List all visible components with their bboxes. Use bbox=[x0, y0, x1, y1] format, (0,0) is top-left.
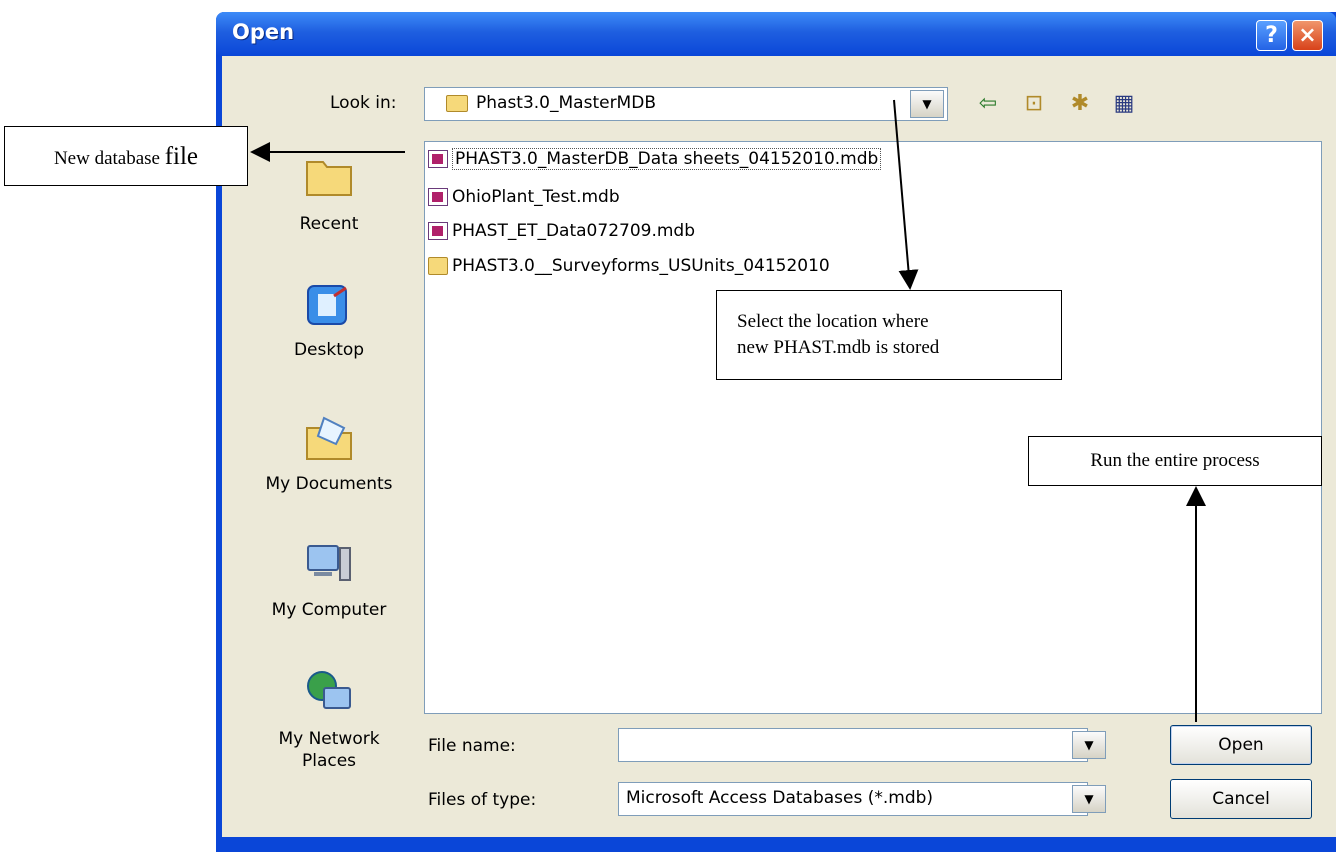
look-in-arrow-button[interactable]: ▼ bbox=[910, 90, 944, 118]
callout-line: new PHAST.mdb is stored bbox=[737, 337, 940, 358]
close-button[interactable]: × bbox=[1292, 20, 1323, 51]
folder-name: PHAST3.0__Surveyforms_USUnits_04152010 bbox=[452, 256, 830, 276]
file-name-arrow-button[interactable]: ▼ bbox=[1072, 731, 1106, 759]
place-label: My Computer bbox=[271, 600, 387, 620]
new-folder-icon[interactable]: ✱ bbox=[1064, 90, 1096, 118]
file-name: PHAST3.0_MasterDB_Data sheets_04152010.m… bbox=[452, 148, 882, 170]
file-item[interactable]: PHAST_ET_Data072709.mdb bbox=[428, 221, 695, 243]
file-item[interactable]: OhioPlant_Test.mdb bbox=[428, 187, 620, 209]
callout-text: Run the entire process bbox=[1090, 450, 1260, 471]
file-type-label: Files of type: bbox=[428, 790, 537, 810]
callout-text: New database bbox=[53, 148, 165, 169]
callout-text-large: file bbox=[164, 143, 199, 170]
desktop-icon bbox=[297, 280, 361, 336]
access-db-icon bbox=[428, 188, 448, 206]
window-title: Open bbox=[232, 20, 295, 44]
file-type-arrow-button[interactable]: ▼ bbox=[1072, 785, 1106, 813]
file-name: PHAST_ET_Data072709.mdb bbox=[452, 221, 695, 241]
look-in-value: Phast3.0_MasterMDB bbox=[476, 93, 656, 113]
place-desktop[interactable]: Desktop bbox=[246, 280, 412, 360]
place-my-documents[interactable]: My Documents bbox=[246, 414, 412, 494]
callout-select-location: Select the location where new PHAST.mdb i… bbox=[716, 290, 1062, 380]
views-menu-icon[interactable]: ▦ bbox=[1108, 90, 1140, 118]
open-button[interactable]: Open bbox=[1170, 725, 1312, 765]
file-name-input[interactable] bbox=[618, 728, 1088, 762]
access-db-icon bbox=[428, 222, 448, 240]
place-recent[interactable]: Recent bbox=[246, 154, 412, 234]
callout-line: Select the location where bbox=[737, 311, 929, 332]
my-documents-icon bbox=[297, 414, 361, 470]
place-network[interactable]: My Network Places bbox=[246, 668, 412, 772]
place-label: My Documents bbox=[265, 474, 393, 494]
file-item[interactable]: PHAST3.0_MasterDB_Data sheets_04152010.m… bbox=[428, 148, 882, 171]
folder-item[interactable]: PHAST3.0__Surveyforms_USUnits_04152010 bbox=[428, 256, 830, 278]
back-arrow-icon[interactable]: ⇦ bbox=[972, 90, 1004, 118]
access-db-icon bbox=[428, 150, 448, 168]
network-places-icon bbox=[297, 668, 361, 724]
place-my-computer[interactable]: My Computer bbox=[246, 540, 412, 620]
my-computer-icon bbox=[297, 540, 361, 596]
callout-new-database: New database file bbox=[4, 126, 248, 186]
title-bar[interactable] bbox=[216, 12, 1336, 56]
look-in-label: Look in: bbox=[330, 93, 397, 113]
file-type-value: Microsoft Access Databases (*.mdb) bbox=[626, 788, 934, 808]
help-button[interactable]: ? bbox=[1256, 20, 1287, 51]
place-label: Desktop bbox=[293, 340, 365, 360]
cancel-button[interactable]: Cancel bbox=[1170, 779, 1312, 819]
place-label: Recent bbox=[299, 214, 359, 234]
place-label: My Network Places bbox=[278, 729, 380, 771]
folder-icon bbox=[446, 95, 468, 112]
up-folder-icon[interactable]: ⊡ bbox=[1018, 90, 1050, 118]
recent-folder-icon bbox=[297, 154, 361, 210]
file-name-label: File name: bbox=[428, 736, 516, 756]
file-name: OhioPlant_Test.mdb bbox=[452, 187, 620, 207]
callout-run-process: Run the entire process bbox=[1028, 436, 1322, 486]
folder-icon bbox=[428, 257, 448, 275]
